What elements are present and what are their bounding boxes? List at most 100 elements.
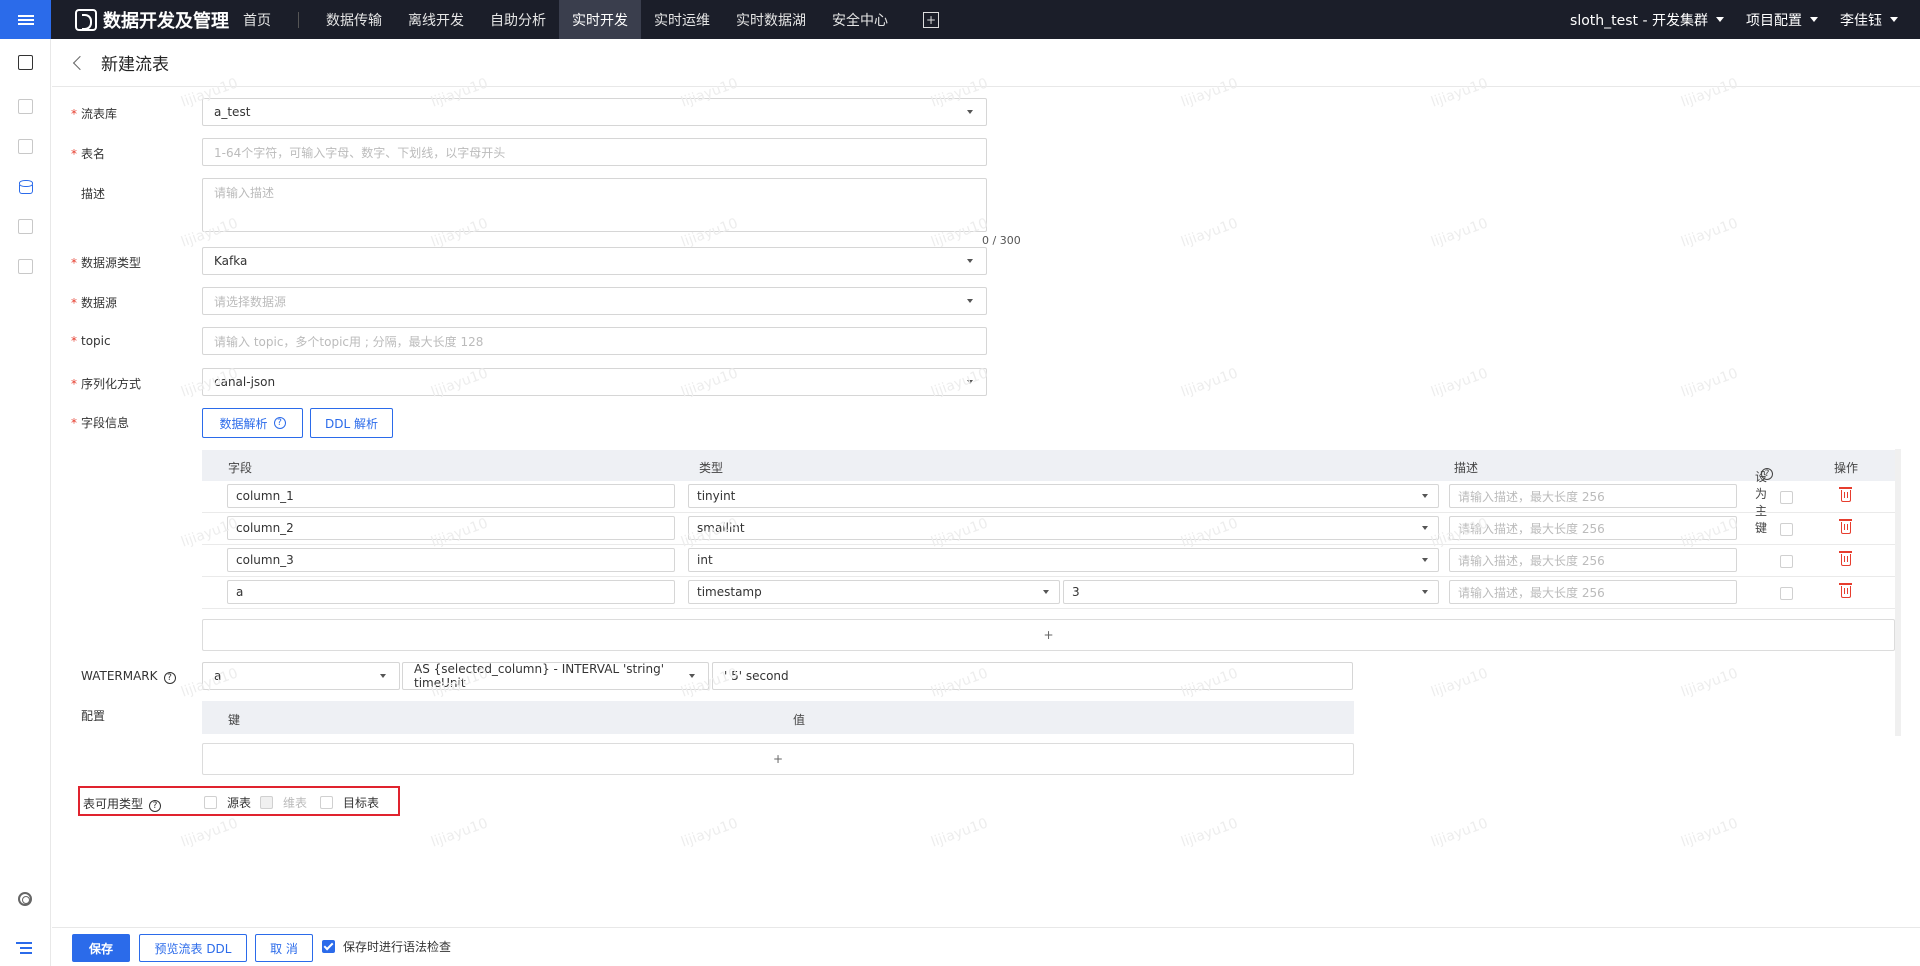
logo-icon	[75, 8, 97, 31]
data-source-placeholder: 请选择数据源	[214, 294, 287, 309]
delete-icon[interactable]	[1839, 551, 1852, 566]
field-type-select[interactable]: tinyint	[688, 484, 1439, 508]
header-desc: 描述	[1454, 461, 1479, 475]
primary-key-checkbox[interactable]	[1780, 491, 1793, 504]
add-config-button[interactable]: +	[202, 743, 1354, 775]
target-table-checkbox[interactable]: 目标表	[320, 794, 379, 811]
field-name-input[interactable]: column_3	[227, 548, 675, 572]
cancel-button[interactable]: 取 消	[255, 934, 313, 962]
fields-label: * 字段信息	[71, 416, 130, 430]
table-list-icon[interactable]	[18, 99, 33, 114]
caret-down-icon	[967, 299, 973, 303]
nav-item-realtime-dev[interactable]: 实时开发	[559, 0, 641, 39]
brand-logo[interactable]: 数据开发及管理	[75, 7, 229, 33]
fields-table: 字段 类型 描述 设为主键? 操作 column_1 tinyint 请输入描述…	[202, 450, 1895, 651]
create-stream-table-form: * 流表库 a_test * 表名 1-64个字符，可输入字母、数字、下划线，以字母…	[52, 87, 1920, 927]
table-row: column_2 smallint 请输入描述，最大长度 256	[202, 513, 1895, 545]
syntax-check-label: 保存时进行语法检查	[343, 940, 452, 954]
serialization-select[interactable]: canal-json	[202, 368, 987, 396]
nav-item-data-transfer[interactable]: 数据传输	[313, 0, 395, 39]
topic-input[interactable]: 请输入 topic，多个topic用 ; 分隔，最大长度 128	[202, 327, 987, 355]
table-row: column_1 tinyint 请输入描述，最大长度 256	[202, 481, 1895, 513]
field-type-select[interactable]: int	[688, 548, 1439, 572]
field-name-input[interactable]: column_2	[227, 516, 675, 540]
delete-icon[interactable]	[1839, 583, 1852, 598]
cluster-label: sloth_test - 开发集群	[1570, 12, 1708, 29]
source-table-checkbox[interactable]: 源表	[204, 794, 251, 811]
ddl-parse-button[interactable]: DDL 解析	[310, 408, 393, 438]
nav-divider	[298, 11, 299, 28]
user-name: 李佳钰	[1840, 12, 1882, 29]
field-desc-input[interactable]: 请输入描述，最大长度 256	[1449, 580, 1737, 604]
nav-item-offline-dev[interactable]: 离线开发	[395, 0, 477, 39]
field-name-input[interactable]: column_1	[227, 484, 675, 508]
stream-db-label: * 流表库	[71, 107, 118, 121]
brand-name: 数据开发及管理	[103, 10, 229, 32]
help-icon: ?	[149, 800, 162, 812]
save-button[interactable]: 保存	[72, 934, 130, 962]
primary-key-checkbox[interactable]	[1780, 587, 1793, 600]
source-type-select[interactable]: Kafka	[202, 247, 987, 275]
description-textarea[interactable]: 请输入描述	[202, 178, 987, 232]
header-field: 字段	[228, 461, 253, 475]
caret-down-icon	[1422, 494, 1428, 498]
preview-ddl-button[interactable]: 预览流表 DDL	[139, 934, 247, 962]
nav-item-home[interactable]: 首页	[243, 0, 284, 39]
table-row: a timestamp 3 请输入描述，最大长度 256	[202, 577, 1895, 609]
user-dropdown[interactable]: 李佳钰	[1840, 10, 1898, 30]
table-name-input[interactable]: 1-64个字符，可输入字母、数字、下划线，以字母开头	[202, 138, 987, 166]
caret-down-icon	[1810, 17, 1818, 22]
fields-table-header: 字段 类型 描述 设为主键? 操作	[202, 450, 1895, 535]
menu-icon[interactable]	[0, 0, 51, 39]
field-type-select[interactable]: timestamp	[688, 580, 1060, 604]
field-name-input[interactable]: a	[227, 580, 675, 604]
data-source-select[interactable]: 请选择数据源	[202, 287, 987, 315]
delete-icon[interactable]	[1839, 487, 1852, 502]
code-icon[interactable]	[18, 139, 33, 154]
field-desc-input[interactable]: 请输入描述，最大长度 256	[1449, 484, 1737, 508]
table-scrollbar[interactable]	[1895, 449, 1901, 736]
syntax-check-checkbox[interactable]: 保存时进行语法检查	[322, 938, 451, 955]
field-type-select[interactable]: smallint	[688, 516, 1439, 540]
settings-icon[interactable]	[18, 892, 32, 906]
data-parse-button[interactable]: 数据解析?	[202, 408, 303, 438]
back-arrow-icon[interactable]	[72, 55, 88, 70]
nav-item-security[interactable]: 安全中心	[819, 0, 901, 39]
dim-table-checkbox[interactable]: 维表	[260, 794, 307, 811]
source-type-value: Kafka	[214, 254, 248, 268]
document-icon[interactable]	[18, 259, 33, 274]
page-header: 新建流表	[52, 39, 1920, 87]
watermark-column-select[interactable]: a	[202, 662, 400, 690]
delete-icon[interactable]	[1839, 519, 1852, 534]
project-config-dropdown[interactable]: 项目配置	[1746, 10, 1818, 30]
caret-down-icon	[1043, 590, 1049, 594]
serialization-value: canal-json	[214, 375, 276, 389]
stream-db-select[interactable]: a_test	[202, 98, 987, 126]
table-name-label: * 表名	[71, 147, 106, 161]
field-desc-input[interactable]: 请输入描述，最大长度 256	[1449, 516, 1737, 540]
folder-icon[interactable]	[18, 219, 33, 234]
add-nav-icon[interactable]: +	[923, 11, 939, 28]
database-icon[interactable]	[18, 179, 33, 194]
table-types-group: 表可用类型? 源表 维表 目标表	[78, 786, 400, 816]
watermark-interval-input[interactable]: ' 5' second	[712, 662, 1353, 690]
collapse-sidebar-icon[interactable]	[16, 942, 32, 954]
caret-down-icon	[1716, 17, 1724, 22]
nav-item-realtime-ops[interactable]: 实时运维	[641, 0, 723, 39]
watermark-expression-select[interactable]: AS {selected_column} - INTERVAL 'string'…	[402, 662, 709, 690]
nav-item-self-analysis[interactable]: 自助分析	[477, 0, 559, 39]
field-precision-select[interactable]: 3	[1063, 580, 1439, 604]
nav-menu: 首页 数据传输 离线开发 自助分析 实时开发 实时运维 实时数据湖 安全中心 +	[243, 0, 939, 39]
config-table-header: 键 值	[202, 701, 1354, 734]
cluster-dropdown[interactable]: sloth_test - 开发集群	[1570, 10, 1724, 30]
page-title: 新建流表	[101, 55, 169, 75]
watermark-label: WATERMARK?	[71, 669, 176, 684]
primary-key-checkbox[interactable]	[1780, 523, 1793, 536]
nav-item-realtime-lake[interactable]: 实时数据湖	[723, 0, 819, 39]
add-field-button[interactable]: +	[202, 619, 1895, 651]
primary-key-checkbox[interactable]	[1780, 555, 1793, 568]
caret-down-icon	[967, 380, 973, 384]
dashboard-icon[interactable]	[18, 55, 33, 70]
stream-db-value: a_test	[214, 105, 251, 119]
field-desc-input[interactable]: 请输入描述，最大长度 256	[1449, 548, 1737, 572]
